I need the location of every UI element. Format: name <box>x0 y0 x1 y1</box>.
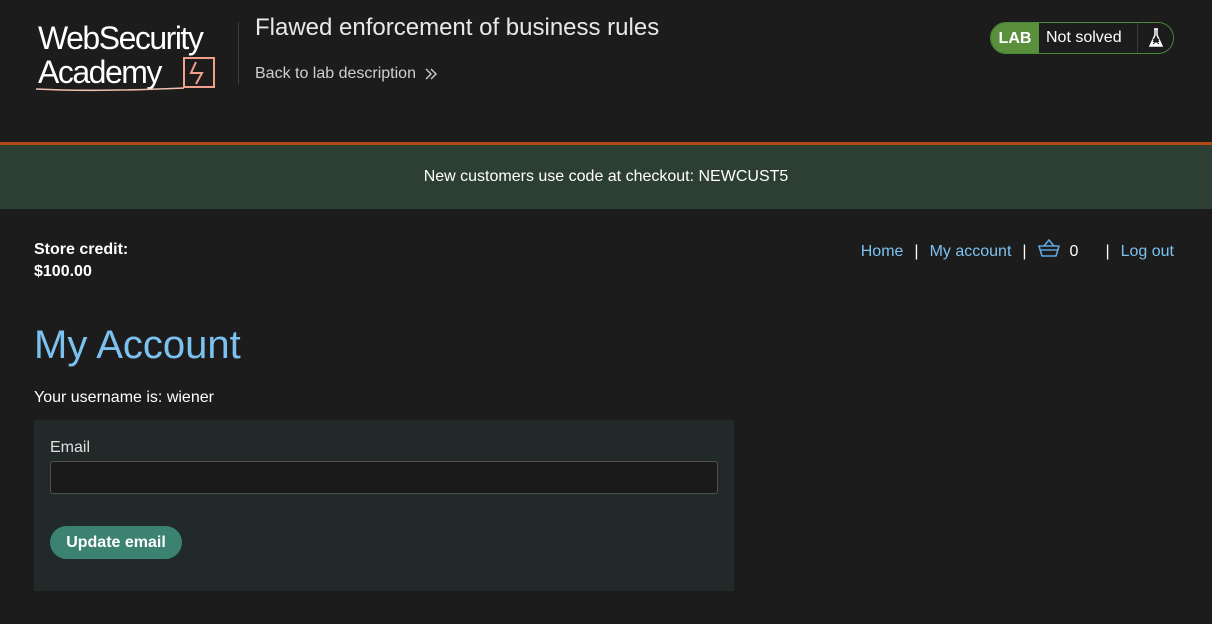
cart-count: 0 <box>1069 242 1079 260</box>
username-line: Your username is: wiener <box>34 389 214 406</box>
double-chevron-right-icon <box>424 67 438 81</box>
promo-notification-text: New customers use code at checkout: NEWC… <box>423 168 789 185</box>
nav-separator: | <box>914 242 919 260</box>
update-email-button[interactable]: Update email <box>50 526 182 559</box>
lab-status-widget: LAB Not solved <box>990 22 1174 54</box>
change-email-form: Email Update email <box>34 420 734 591</box>
email-label: Email <box>50 439 91 456</box>
lab-header: WebSecurity Academy Flawed enforcement o… <box>0 0 1212 142</box>
cart-link[interactable]: 0 <box>1037 239 1095 264</box>
lab-badge: LAB <box>991 23 1039 53</box>
logo-divider <box>238 22 239 84</box>
nav-logout-link[interactable]: Log out <box>1121 241 1174 263</box>
svg-text:WebSecurity: WebSecurity <box>38 20 204 56</box>
email-input[interactable] <box>50 461 718 494</box>
nav-my-account-link[interactable]: My account <box>930 241 1012 263</box>
back-to-lab-description-link[interactable]: Back to lab description <box>255 64 438 84</box>
nav-separator: | <box>1105 242 1110 260</box>
store-credit-value: $100.00 <box>34 263 92 280</box>
shopping-basket-icon <box>1037 239 1060 264</box>
back-link-label: Back to lab description <box>255 65 416 82</box>
flask-icon <box>1137 23 1173 53</box>
web-security-academy-logo[interactable]: WebSecurity Academy <box>34 18 238 94</box>
lab-title: Flawed enforcement of business rules <box>255 14 660 41</box>
nav-home-link[interactable]: Home <box>861 241 904 263</box>
page-title: My Account <box>34 323 241 367</box>
top-navigation: Home | My account | 0 | Log out <box>861 239 1174 264</box>
nav-separator: | <box>1022 242 1027 260</box>
lab-state: Not solved <box>1039 23 1137 53</box>
store-credit: Store credit: $100.00 <box>34 239 128 283</box>
promo-notification-banner: New customers use code at checkout: NEWC… <box>0 142 1212 209</box>
store-credit-label: Store credit: <box>34 241 129 258</box>
svg-text:Academy: Academy <box>38 54 162 90</box>
